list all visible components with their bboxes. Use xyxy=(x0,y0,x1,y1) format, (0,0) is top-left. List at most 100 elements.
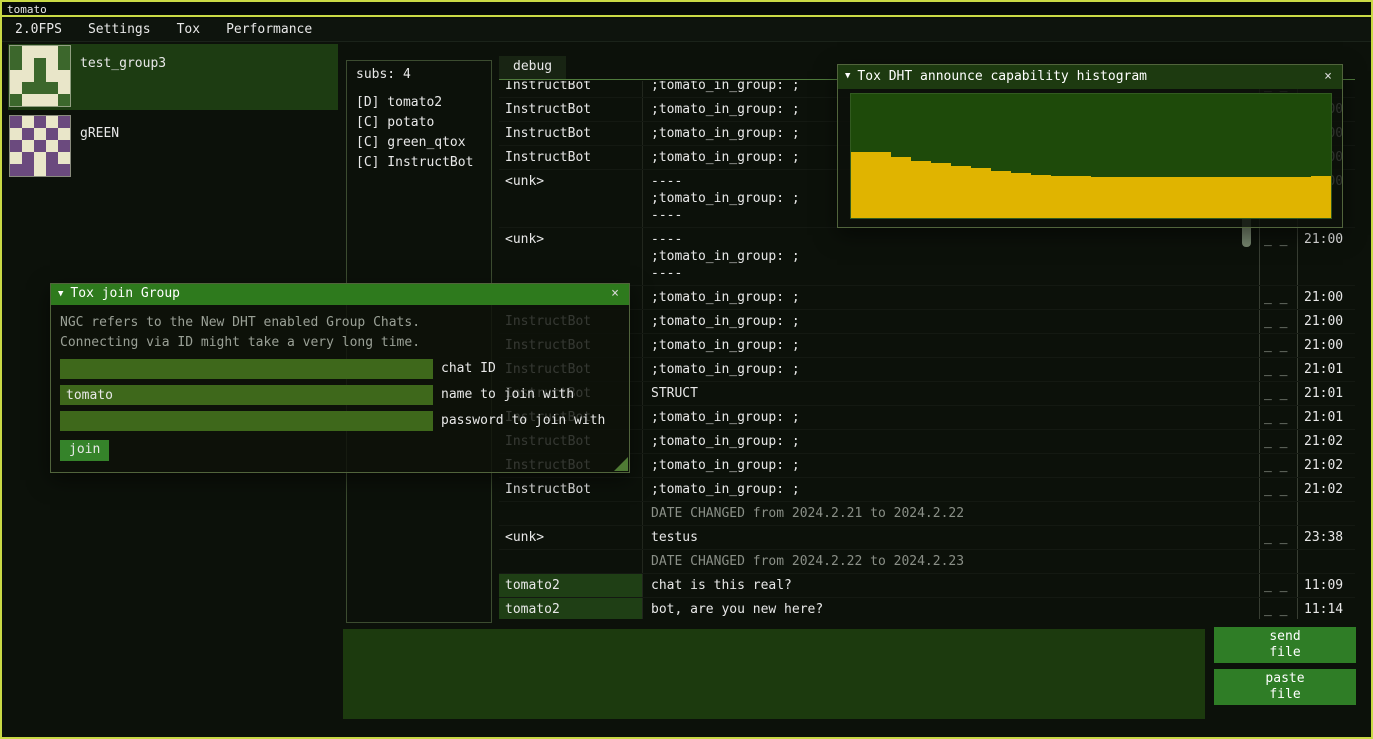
message-text: ;tomato_in_group: ; xyxy=(642,454,1259,477)
chat-message-row[interactable]: <unk>----;tomato_in_group: ;----_ _21:00 xyxy=(499,228,1355,286)
message-time: 21:01 xyxy=(1297,406,1355,429)
join-group-body: NGC refers to the New DHT enabled Group … xyxy=(51,305,629,472)
message-text: ;tomato_in_group: ; xyxy=(642,286,1259,309)
message-text: ;tomato_in_group: ; xyxy=(642,478,1259,501)
message-text: ----;tomato_in_group: ;---- xyxy=(642,228,1259,285)
chat-id-input[interactable] xyxy=(60,359,433,379)
dht-histogram-plot xyxy=(850,93,1332,219)
delivery-status: _ _ xyxy=(1259,382,1297,405)
dht-histogram-titlebar: ▼ Tox DHT announce capability histogram … xyxy=(838,65,1342,89)
message-text: testus xyxy=(642,526,1259,549)
message-text: ;tomato_in_group: ; xyxy=(642,406,1259,429)
delivery-status: _ _ xyxy=(1259,598,1297,619)
histogram-bar xyxy=(1211,177,1231,218)
menu-item-settings[interactable]: Settings xyxy=(75,22,164,39)
collapse-arrow-icon[interactable]: ▼ xyxy=(58,289,63,301)
message-author: InstructBot xyxy=(499,478,642,501)
delivery-status: _ _ xyxy=(1259,228,1297,285)
message-time: 21:02 xyxy=(1297,478,1355,501)
join-field-row: name to join with xyxy=(60,385,620,405)
group-list: test_group3gREEN xyxy=(8,44,338,184)
dht-histogram-title: Tox DHT announce capability histogram xyxy=(857,69,1147,86)
chat-message-row[interactable]: tomato2bot, are you new here?_ _11:14 xyxy=(499,598,1355,619)
join-group-window: ▼ Tox join Group × NGC refers to the New… xyxy=(50,283,630,473)
tab-debug[interactable]: debug xyxy=(499,56,566,79)
system-message-row[interactable]: DATE CHANGED from 2024.2.22 to 2024.2.23 xyxy=(499,550,1355,574)
message-time: 21:01 xyxy=(1297,358,1355,381)
send-file-button[interactable]: send file xyxy=(1214,627,1356,663)
message-text: DATE CHANGED from 2024.2.21 to 2024.2.22 xyxy=(642,502,1259,525)
message-input[interactable] xyxy=(343,629,1205,719)
member-item[interactable]: [C] potato xyxy=(356,113,482,133)
join-password-label: password to join with xyxy=(441,413,605,430)
delivery-status: _ _ xyxy=(1259,430,1297,453)
message-text: ;tomato_in_group: ; xyxy=(642,310,1259,333)
delivery-status: _ _ xyxy=(1259,358,1297,381)
menu-item-2-0fps[interactable]: 2.0FPS xyxy=(2,22,75,39)
histogram-bar xyxy=(1131,177,1151,218)
app-window: tomato 2.0FPSSettingsToxPerformance test… xyxy=(0,0,1373,739)
join-name-input[interactable] xyxy=(60,385,433,405)
delivery-status: _ _ xyxy=(1259,478,1297,501)
member-item[interactable]: [D] tomato2 xyxy=(356,93,482,113)
join-password-input[interactable] xyxy=(60,411,433,431)
window-titlebar: tomato xyxy=(2,2,1371,17)
message-text: STRUCT xyxy=(642,382,1259,405)
chat-message-row[interactable]: <unk>testus_ _23:38 xyxy=(499,526,1355,550)
delivery-status: _ _ xyxy=(1259,454,1297,477)
message-time: 21:00 xyxy=(1297,310,1355,333)
subs-count: subs: 4 xyxy=(356,67,482,84)
message-author: <unk> xyxy=(499,526,642,549)
message-author: tomato2 xyxy=(499,574,642,597)
group-avatar xyxy=(10,116,70,176)
histogram-bar xyxy=(851,152,871,218)
histogram-bar xyxy=(931,163,951,218)
paste-file-button[interactable]: paste file xyxy=(1214,669,1356,705)
group-item-gREEN[interactable]: gREEN xyxy=(8,114,338,180)
message-author xyxy=(499,550,642,573)
message-author: InstructBot xyxy=(499,146,642,169)
join-name-label: name to join with xyxy=(441,387,574,404)
message-time: 11:14 xyxy=(1297,598,1355,619)
histogram-bar xyxy=(1011,173,1031,218)
join-fields: chat ID name to join with password to join… xyxy=(60,359,620,431)
close-icon[interactable]: × xyxy=(1321,69,1335,86)
message-time xyxy=(1297,550,1355,573)
menu-bar: 2.0FPSSettingsToxPerformance xyxy=(2,19,1371,42)
group-name: test_group3 xyxy=(80,46,166,108)
message-time: 21:02 xyxy=(1297,430,1355,453)
histogram-bar xyxy=(1251,177,1271,218)
message-author xyxy=(499,502,642,525)
message-author: <unk> xyxy=(499,228,642,285)
collapse-arrow-icon[interactable]: ▼ xyxy=(845,71,850,83)
histogram-bar xyxy=(871,152,891,218)
delivery-status xyxy=(1259,502,1297,525)
delivery-status: _ _ xyxy=(1259,406,1297,429)
join-field-row: chat ID xyxy=(60,359,620,379)
group-item-test_group3[interactable]: test_group3 xyxy=(8,44,338,110)
message-time: 21:00 xyxy=(1297,286,1355,309)
histogram-bar xyxy=(991,171,1011,218)
histogram-bar xyxy=(1191,177,1211,218)
member-item[interactable]: [C] green_qtox xyxy=(356,133,482,153)
close-icon[interactable]: × xyxy=(608,286,622,303)
message-text: DATE CHANGED from 2024.2.22 to 2024.2.23 xyxy=(642,550,1259,573)
histogram-bar xyxy=(971,168,991,218)
resize-grip[interactable] xyxy=(614,457,628,471)
histogram-bar xyxy=(1071,176,1091,218)
message-text: chat is this real? xyxy=(642,574,1259,597)
message-author: InstructBot xyxy=(499,98,642,121)
histogram-bar xyxy=(911,161,931,218)
menu-item-tox[interactable]: Tox xyxy=(164,22,213,39)
message-author: InstructBot xyxy=(499,122,642,145)
histogram-bar xyxy=(951,166,971,218)
system-message-row[interactable]: DATE CHANGED from 2024.2.21 to 2024.2.22 xyxy=(499,502,1355,526)
histogram-bar xyxy=(1311,176,1331,218)
menu-item-performance[interactable]: Performance xyxy=(213,22,325,39)
member-item[interactable]: [C] InstructBot xyxy=(356,153,482,173)
message-text: ;tomato_in_group: ; xyxy=(642,430,1259,453)
join-button[interactable]: join xyxy=(60,440,109,461)
chat-message-row[interactable]: InstructBot;tomato_in_group: ;_ _21:02 xyxy=(499,478,1355,502)
dht-histogram-window: ▼ Tox DHT announce capability histogram … xyxy=(837,64,1343,228)
chat-message-row[interactable]: tomato2chat is this real?_ _11:09 xyxy=(499,574,1355,598)
